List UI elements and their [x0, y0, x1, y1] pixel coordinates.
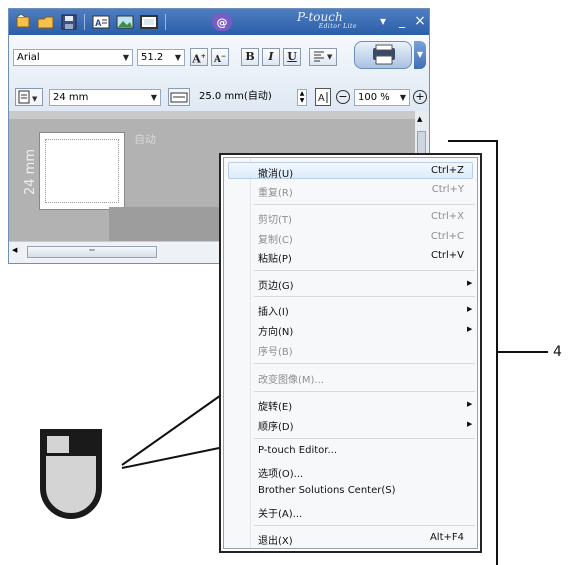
- submenu-arrow-icon: ▶: [467, 420, 473, 428]
- menu-item-label: 页边(G): [258, 281, 294, 292]
- menu-separator: [254, 438, 475, 439]
- menu-separator: [254, 363, 475, 364]
- menu-item-shortcut: Alt+F4: [429, 532, 464, 543]
- menu-item-shortcut: Ctrl+C: [430, 231, 464, 242]
- menu-item-copy[interactable]: 复制(C) Ctrl+C: [224, 229, 477, 248]
- context-menu: 撤消(U) Ctrl+Z 重复(R) Ctrl+Y 剪切(T) Ctrl+X 复…: [223, 157, 478, 549]
- menu-item-change-image[interactable]: 改变图像(M)...: [224, 369, 477, 388]
- menu-item-label: 选项(O)...: [258, 469, 304, 480]
- mouse-callout-line-lower: [121, 446, 225, 469]
- menu-item-order[interactable]: 顺序(D) ▶: [224, 416, 477, 435]
- mouse-callout-line-upper: [121, 392, 225, 466]
- menu-item-label: 插入(I): [258, 307, 289, 318]
- menu-item-label: 方向(N): [258, 327, 294, 338]
- submenu-arrow-icon: ▶: [467, 325, 473, 333]
- menu-item-label: 复制(C): [258, 235, 293, 246]
- menu-item-label: 剪切(T): [258, 215, 292, 226]
- menu-item-label: 改变图像(M)...: [258, 375, 324, 386]
- menu-item-label: 重复(R): [258, 188, 293, 199]
- menu-item-shortcut: Ctrl+V: [430, 250, 464, 261]
- menu-item-label: P-touch Editor...: [258, 445, 338, 456]
- menu-item-label: 顺序(D): [258, 422, 294, 433]
- menu-item-ptouch-editor[interactable]: P-touch Editor...: [224, 443, 477, 462]
- menu-item-rotate[interactable]: 旋转(E) ▶: [224, 396, 477, 415]
- menu-item-margin[interactable]: 页边(G) ▶: [224, 275, 477, 294]
- menu-item-options[interactable]: 选项(O)...: [224, 463, 477, 482]
- menu-item-shortcut: Ctrl+Y: [431, 184, 464, 195]
- menu-separator: [254, 270, 475, 271]
- menu-separator: [254, 391, 475, 392]
- submenu-arrow-icon: ▶: [467, 279, 473, 287]
- menu-separator: [254, 525, 475, 526]
- menu-item-numbering[interactable]: 序号(B): [224, 341, 477, 360]
- menu-item-paste[interactable]: 粘贴(P) Ctrl+V: [224, 248, 477, 267]
- menu-item-about[interactable]: 关于(A)...: [224, 503, 477, 522]
- menu-item-cut[interactable]: 剪切(T) Ctrl+X: [224, 209, 477, 228]
- menu-item-undo[interactable]: 撤消(U) Ctrl+Z: [224, 163, 477, 182]
- context-menu-frame: 撤消(U) Ctrl+Z 重复(R) Ctrl+Y 剪切(T) Ctrl+X 复…: [219, 153, 482, 553]
- menu-item-label: 退出(X): [258, 536, 293, 547]
- menu-item-solutions-center[interactable]: Brother Solutions Center(S): [224, 483, 477, 502]
- submenu-arrow-icon: ▶: [467, 305, 473, 313]
- menu-item-exit[interactable]: 退出(X) Alt+F4: [224, 530, 477, 549]
- submenu-arrow-icon: ▶: [467, 400, 473, 408]
- menu-item-label: Brother Solutions Center(S): [258, 485, 396, 496]
- menu-item-label: 粘贴(P): [258, 254, 292, 265]
- menu-item-label: 旋转(E): [258, 402, 293, 413]
- menu-separator: [254, 204, 475, 205]
- menu-item-direction[interactable]: 方向(N) ▶: [224, 321, 477, 340]
- menu-separator: [254, 296, 475, 297]
- callout-number: 4: [553, 344, 562, 360]
- menu-item-label: 关于(A)...: [258, 509, 303, 520]
- menu-item-label: 撤消(U): [258, 169, 294, 180]
- menu-item-shortcut: Ctrl+X: [430, 211, 464, 222]
- menu-item-redo[interactable]: 重复(R) Ctrl+Y: [224, 182, 477, 201]
- mouse-right-click-icon: [40, 429, 102, 519]
- menu-item-insert[interactable]: 插入(I) ▶: [224, 301, 477, 320]
- menu-item-label: 序号(B): [258, 347, 293, 358]
- menu-item-shortcut: Ctrl+Z: [430, 165, 464, 176]
